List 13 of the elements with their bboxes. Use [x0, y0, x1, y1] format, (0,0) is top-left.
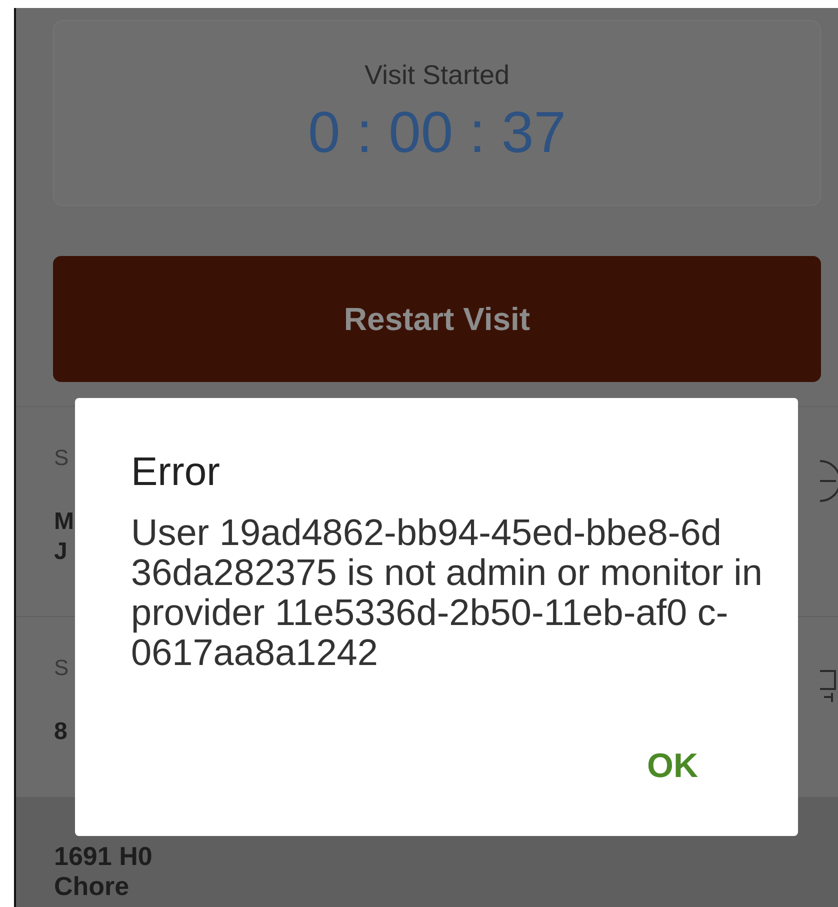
detail-value: M	[54, 507, 75, 537]
detail-value: J	[54, 537, 68, 567]
visit-started-label: Visit Started	[364, 60, 510, 91]
error-message: User 19ad4862-bb94-45ed-bbe8-6d 36da282375 is not admin or monitor in provider 11e5336d-2b50-11eb-af0 c-0617aa8a1242	[131, 513, 764, 673]
service-text: 1691 H0	[54, 841, 152, 871]
minus-circle-icon[interactable]	[820, 459, 838, 503]
square-icon[interactable]	[820, 669, 838, 703]
ok-button[interactable]: OK	[607, 741, 798, 792]
service-text: Chore	[54, 871, 130, 901]
restart-visit-button[interactable]: Restart Visit	[53, 256, 821, 382]
dialog-title: Error	[131, 450, 221, 495]
detail-value: 8	[54, 717, 68, 747]
elapsed-timer: 0 : 00 : 37	[308, 99, 566, 166]
